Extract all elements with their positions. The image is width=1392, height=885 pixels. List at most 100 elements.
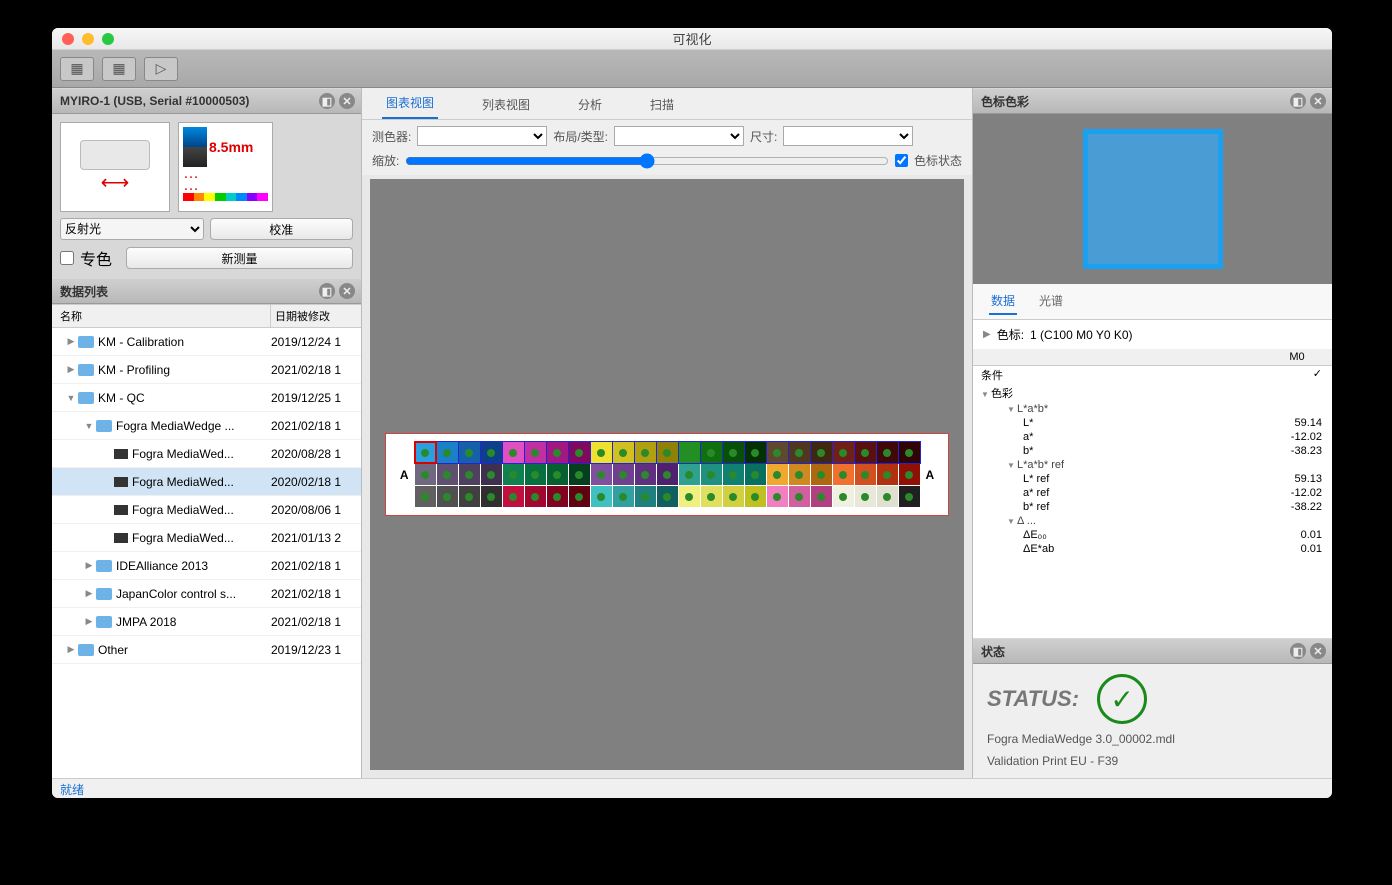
color-patch[interactable]: [767, 442, 788, 463]
color-patch[interactable]: [679, 486, 700, 507]
calibrate-button[interactable]: 校准: [210, 218, 354, 240]
color-patch[interactable]: [679, 464, 700, 485]
tree-row[interactable]: Fogra MediaWed... 2020/08/06 1: [52, 496, 361, 524]
spot-checkbox[interactable]: [60, 251, 74, 265]
toolbar-btn-3[interactable]: ▷: [144, 57, 178, 81]
tree-row[interactable]: ▶ KM - Calibration 2019/12/24 1: [52, 328, 361, 356]
color-patch[interactable]: [855, 486, 876, 507]
color-patch[interactable]: [789, 464, 810, 485]
panel-close-icon[interactable]: ✕: [339, 283, 355, 299]
color-patch[interactable]: [569, 486, 590, 507]
color-patch[interactable]: [745, 486, 766, 507]
color-patch[interactable]: [877, 464, 898, 485]
tab-2[interactable]: 分析: [574, 90, 606, 119]
color-patch[interactable]: [657, 442, 678, 463]
color-patch[interactable]: [481, 464, 502, 485]
color-patch[interactable]: [899, 442, 920, 463]
tree-row[interactable]: ▶ IDEAlliance 2013 2021/02/18 1: [52, 552, 361, 580]
disclosure-icon[interactable]: ▶: [82, 616, 96, 627]
disclosure-icon[interactable]: ▶: [64, 644, 78, 655]
color-patch[interactable]: [415, 486, 436, 507]
color-patch[interactable]: [525, 486, 546, 507]
color-patch[interactable]: [459, 464, 480, 485]
color-patch[interactable]: [855, 464, 876, 485]
tree-row[interactable]: ▶ KM - Profiling 2021/02/18 1: [52, 356, 361, 384]
tab-1[interactable]: 列表视图: [478, 90, 534, 119]
color-patch[interactable]: [613, 442, 634, 463]
disclosure-icon[interactable]: ▶: [64, 336, 78, 347]
color-patch[interactable]: [789, 442, 810, 463]
color-patch[interactable]: [701, 464, 722, 485]
status-checkbox[interactable]: [895, 154, 908, 167]
tree-row[interactable]: ▼ KM - QC 2019/12/25 1: [52, 384, 361, 412]
color-patch[interactable]: [635, 442, 656, 463]
color-patch[interactable]: [525, 442, 546, 463]
col-name-header[interactable]: 名称: [52, 305, 271, 327]
panel-close-icon[interactable]: ✕: [1310, 93, 1326, 109]
color-patch[interactable]: [811, 442, 832, 463]
color-patch[interactable]: [437, 486, 458, 507]
disclosure-icon[interactable]: ▶: [82, 588, 96, 599]
tree-row[interactable]: Fogra MediaWed... 2021/01/13 2: [52, 524, 361, 552]
color-patch[interactable]: [899, 464, 920, 485]
color-patch[interactable]: [613, 486, 634, 507]
color-patch[interactable]: [745, 442, 766, 463]
color-patch[interactable]: [569, 442, 590, 463]
subtab-1[interactable]: 光谱: [1037, 288, 1065, 315]
color-patch[interactable]: [767, 486, 788, 507]
color-patch[interactable]: [547, 442, 568, 463]
color-patch[interactable]: [723, 486, 744, 507]
color-patch[interactable]: [613, 464, 634, 485]
disclosure-icon[interactable]: ▼: [82, 421, 96, 431]
tree-row[interactable]: Fogra MediaWed... 2020/08/28 1: [52, 440, 361, 468]
color-patch[interactable]: [415, 442, 436, 463]
color-patch[interactable]: [833, 464, 854, 485]
color-patch[interactable]: [635, 464, 656, 485]
color-patch[interactable]: [701, 442, 722, 463]
panel-expand-icon[interactable]: ◧: [319, 93, 335, 109]
new-measure-button[interactable]: 新测量: [126, 247, 353, 269]
color-patch[interactable]: [503, 442, 524, 463]
color-patch[interactable]: [459, 486, 480, 507]
color-patch[interactable]: [437, 464, 458, 485]
color-patch[interactable]: [899, 486, 920, 507]
color-patch[interactable]: [591, 486, 612, 507]
color-patch[interactable]: [503, 464, 524, 485]
tree-row[interactable]: Fogra MediaWed... 2020/02/18 1: [52, 468, 361, 496]
color-patch[interactable]: [833, 442, 854, 463]
color-patch[interactable]: [591, 442, 612, 463]
instrument-select[interactable]: [417, 126, 547, 146]
color-patch[interactable]: [481, 486, 502, 507]
layout-select[interactable]: [614, 126, 744, 146]
color-patch[interactable]: [481, 442, 502, 463]
toolbar-btn-2[interactable]: ▦: [102, 57, 136, 81]
tab-3[interactable]: 扫描: [646, 90, 678, 119]
color-patch[interactable]: [877, 486, 898, 507]
color-patch[interactable]: [811, 486, 832, 507]
subtab-0[interactable]: 数据: [989, 288, 1017, 315]
color-patch[interactable]: [701, 486, 722, 507]
color-patch[interactable]: [547, 464, 568, 485]
tab-0[interactable]: 图表视图: [382, 88, 438, 119]
disclosure-icon[interactable]: ▼: [64, 393, 78, 403]
color-patch[interactable]: [657, 486, 678, 507]
size-select[interactable]: [783, 126, 913, 146]
color-patch[interactable]: [415, 464, 436, 485]
tree-row[interactable]: ▶ Other 2019/12/23 1: [52, 636, 361, 664]
disclosure-icon[interactable]: ▶: [82, 560, 96, 571]
panel-expand-icon[interactable]: ◧: [1290, 93, 1306, 109]
color-patch[interactable]: [811, 464, 832, 485]
panel-expand-icon[interactable]: ◧: [1290, 643, 1306, 659]
color-patch[interactable]: [547, 486, 568, 507]
tree-row[interactable]: ▶ JapanColor control s... 2021/02/18 1: [52, 580, 361, 608]
panel-expand-icon[interactable]: ◧: [319, 283, 335, 299]
color-patch[interactable]: [855, 442, 876, 463]
color-patch[interactable]: [657, 464, 678, 485]
color-patch[interactable]: [723, 442, 744, 463]
color-patch[interactable]: [833, 486, 854, 507]
color-patch[interactable]: [789, 486, 810, 507]
color-patch[interactable]: [569, 464, 590, 485]
color-patch[interactable]: [503, 486, 524, 507]
col-date-header[interactable]: 日期被修改: [271, 305, 361, 327]
color-patch[interactable]: [679, 442, 700, 463]
